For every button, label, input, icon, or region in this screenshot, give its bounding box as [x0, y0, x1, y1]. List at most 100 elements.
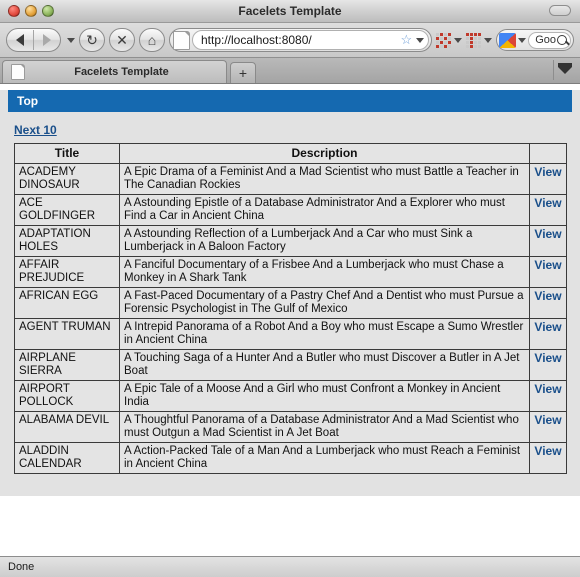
url-input[interactable]: http://localhost:8080/: [201, 33, 399, 47]
page-panel: Top Next 10 Title Description ACADEMY DI…: [0, 90, 580, 496]
reload-button[interactable]: ↻: [79, 28, 105, 52]
cell-description: A Touching Saga of a Hunter And a Butler…: [119, 349, 530, 381]
back-forward-group: [6, 28, 61, 52]
bookmarks-grid-button[interactable]: [436, 32, 463, 48]
cell-description: A Fanciful Documentary of a Frisbee And …: [119, 256, 530, 288]
cell-action: View: [529, 194, 567, 226]
back-button[interactable]: [7, 29, 33, 51]
table-header-row: Title Description: [14, 143, 567, 164]
chevron-down-icon[interactable]: [454, 37, 463, 43]
title-bar: Facelets Template: [0, 0, 580, 23]
tab-facelets-template[interactable]: Facelets Template: [2, 60, 227, 83]
cell-title: AGENT TRUMAN: [14, 318, 120, 350]
cell-description: A Thoughtful Panorama of a Database Admi…: [119, 411, 530, 443]
cell-action: View: [529, 163, 567, 195]
cell-action: View: [529, 287, 567, 319]
cell-description: A Epic Drama of a Feminist And a Mad Sci…: [119, 163, 530, 195]
search-input-wrapper[interactable]: Goo: [528, 31, 571, 49]
cell-title: ALADDIN CALENDAR: [14, 442, 120, 474]
home-button[interactable]: ⌂: [139, 28, 165, 52]
search-engine-dropdown-icon[interactable]: [518, 37, 527, 43]
list-all-tabs-button[interactable]: [553, 60, 576, 80]
film-table: Title Description ACADEMY DINOSAUR A Epic…: [14, 143, 567, 474]
minimize-window-icon[interactable]: [25, 5, 37, 17]
arrow-right-icon: [43, 34, 51, 46]
cell-description: A Astounding Reflection of a Lumberjack …: [119, 225, 530, 257]
table-row: AIRPORT POLLOCK A Epic Tale of a Moose An…: [14, 380, 567, 412]
view-link[interactable]: View: [534, 382, 561, 396]
cell-title: AIRPLANE SIERRA: [14, 349, 120, 381]
toolbar-toggle-button[interactable]: [549, 5, 571, 16]
pagination: Next 10: [0, 112, 580, 143]
column-header-description: Description: [119, 143, 530, 164]
cell-action: View: [529, 442, 567, 474]
search-icon: [557, 35, 567, 45]
view-link[interactable]: View: [534, 289, 561, 303]
cell-action: View: [529, 225, 567, 257]
new-tab-button[interactable]: +: [230, 62, 256, 83]
view-link[interactable]: View: [534, 320, 561, 334]
table-row: AFRICAN EGG A Fast-Paced Documentary of a…: [14, 287, 567, 319]
cell-title: AIRPORT POLLOCK: [14, 380, 120, 412]
grid-icon: [466, 32, 482, 48]
window-controls: [0, 5, 54, 17]
view-link[interactable]: View: [534, 227, 561, 241]
navigation-toolbar: ↻ ✕ ⌂ http://localhost:8080/ ☆ Goo: [0, 23, 580, 58]
next-10-link[interactable]: Next 10: [14, 123, 57, 137]
cell-description: A Fast-Paced Documentary of a Pastry Che…: [119, 287, 530, 319]
cell-action: View: [529, 256, 567, 288]
tab-bar: Facelets Template +: [0, 58, 580, 84]
cell-title: ACADEMY DINOSAUR: [14, 163, 120, 195]
cell-action: View: [529, 318, 567, 350]
view-link[interactable]: View: [534, 351, 561, 365]
close-window-icon[interactable]: [8, 5, 20, 17]
column-header-action: [529, 143, 567, 164]
cell-description: A Intrepid Panorama of a Robot And a Boy…: [119, 318, 530, 350]
view-link[interactable]: View: [534, 196, 561, 210]
search-bar[interactable]: Goo: [496, 29, 574, 51]
table-row: ACE GOLDFINGER A Astounding Epistle of a …: [14, 194, 567, 226]
column-header-title: Title: [14, 143, 120, 164]
table-row: ACADEMY DINOSAUR A Epic Drama of a Femini…: [14, 163, 567, 195]
table-row: AGENT TRUMAN A Intrepid Panorama of a Rob…: [14, 318, 567, 350]
cell-title: AFRICAN EGG: [14, 287, 120, 319]
table-row: AIRPLANE SIERRA A Touching Saga of a Hunt…: [14, 349, 567, 381]
top-banner: Top: [8, 90, 572, 112]
table-row: ALABAMA DEVIL A Thoughtful Panorama of a …: [14, 411, 567, 443]
cell-title: ALABAMA DEVIL: [14, 411, 120, 443]
cell-description: A Action-Packed Tale of a Man And a Lumb…: [119, 442, 530, 474]
extensions-grid-button[interactable]: [466, 32, 493, 48]
cell-title: ADAPTATION HOLES: [14, 225, 120, 257]
status-text: Done: [8, 561, 35, 573]
cell-action: View: [529, 349, 567, 381]
cell-action: View: [529, 380, 567, 412]
cell-title: AFFAIR PREJUDICE: [14, 256, 120, 288]
cell-description: A Epic Tale of a Moose And a Girl who mu…: [119, 380, 530, 412]
table-row: ALADDIN CALENDAR A Action-Packed Tale of …: [14, 442, 567, 474]
chevron-down-icon: [558, 62, 572, 74]
window-title: Facelets Template: [238, 4, 342, 18]
history-dropdown-icon[interactable]: [67, 37, 75, 43]
browser-window: Facelets Template ↻ ✕ ⌂ http://localhost…: [0, 0, 580, 577]
bookmark-star-icon[interactable]: ☆: [401, 32, 413, 48]
address-bar[interactable]: http://localhost:8080/ ☆: [169, 28, 433, 52]
search-input[interactable]: Goo: [535, 34, 556, 46]
view-link[interactable]: View: [534, 413, 561, 427]
chevron-down-icon[interactable]: [416, 37, 425, 43]
status-bar: Done: [0, 556, 580, 577]
view-link[interactable]: View: [534, 258, 561, 272]
table-body: ACADEMY DINOSAUR A Epic Drama of a Femini…: [14, 163, 567, 474]
tab-title: Facelets Template: [74, 66, 169, 78]
view-link[interactable]: View: [534, 444, 561, 458]
forward-button[interactable]: [34, 29, 60, 51]
table-row: AFFAIR PREJUDICE A Fanciful Documentary o…: [14, 256, 567, 288]
page-icon: [173, 30, 190, 50]
url-input-wrapper[interactable]: http://localhost:8080/ ☆: [192, 30, 430, 50]
stop-button[interactable]: ✕: [109, 28, 135, 52]
page-content: Top Next 10 Title Description ACADEMY DI…: [0, 84, 580, 556]
zoom-window-icon[interactable]: [42, 5, 54, 17]
cell-description: A Astounding Epistle of a Database Admin…: [119, 194, 530, 226]
view-link[interactable]: View: [534, 165, 561, 179]
chevron-down-icon[interactable]: [484, 37, 493, 43]
cell-action: View: [529, 411, 567, 443]
